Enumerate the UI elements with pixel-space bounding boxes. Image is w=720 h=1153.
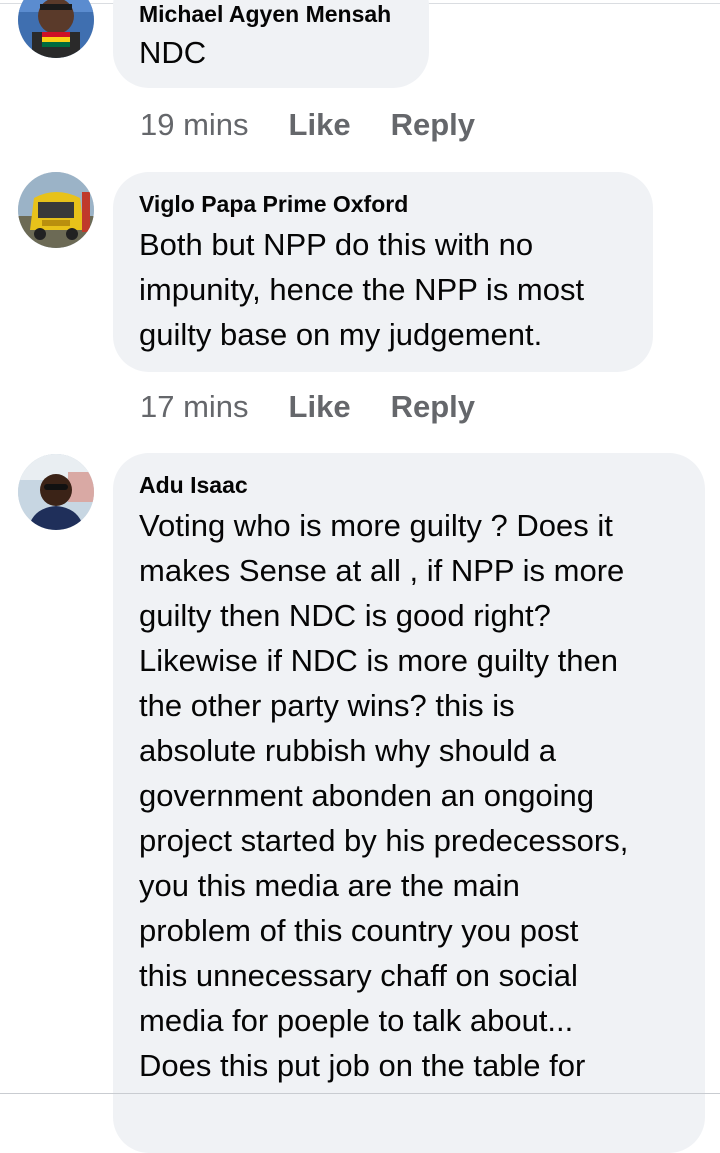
comment-author[interactable]: Adu Isaac bbox=[139, 471, 679, 499]
comment-bubble: Adu Isaac Voting who is more guilty ? Do… bbox=[113, 453, 705, 1153]
comment-actions: 17 mins Like Reply bbox=[140, 387, 475, 427]
avatar[interactable] bbox=[18, 172, 94, 248]
avatar[interactable] bbox=[18, 454, 94, 530]
comment-bubble: Viglo Papa Prime Oxford Both but NPP do … bbox=[113, 172, 653, 372]
like-button[interactable]: Like bbox=[289, 389, 351, 425]
bottom-divider bbox=[0, 1093, 720, 1094]
avatar[interactable] bbox=[18, 0, 94, 58]
reply-button[interactable]: Reply bbox=[391, 107, 475, 143]
reply-button[interactable]: Reply bbox=[391, 389, 475, 425]
comment-text: NDC bbox=[139, 35, 207, 70]
comment-text: Both but NPP do this with no impunity, h… bbox=[139, 227, 585, 352]
like-button[interactable]: Like bbox=[289, 107, 351, 143]
comment-timestamp[interactable]: 17 mins bbox=[140, 389, 249, 425]
comment-actions: 19 mins Like Reply bbox=[140, 105, 475, 145]
comment-text: Voting who is more guilty ? Does it make… bbox=[139, 508, 629, 1083]
comment-author[interactable]: Viglo Papa Prime Oxford bbox=[139, 190, 627, 218]
comment-bubble: Michael Agyen Mensah NDC bbox=[113, 0, 429, 88]
comment-author[interactable]: Michael Agyen Mensah bbox=[139, 0, 403, 28]
comment-timestamp[interactable]: 19 mins bbox=[140, 107, 249, 143]
